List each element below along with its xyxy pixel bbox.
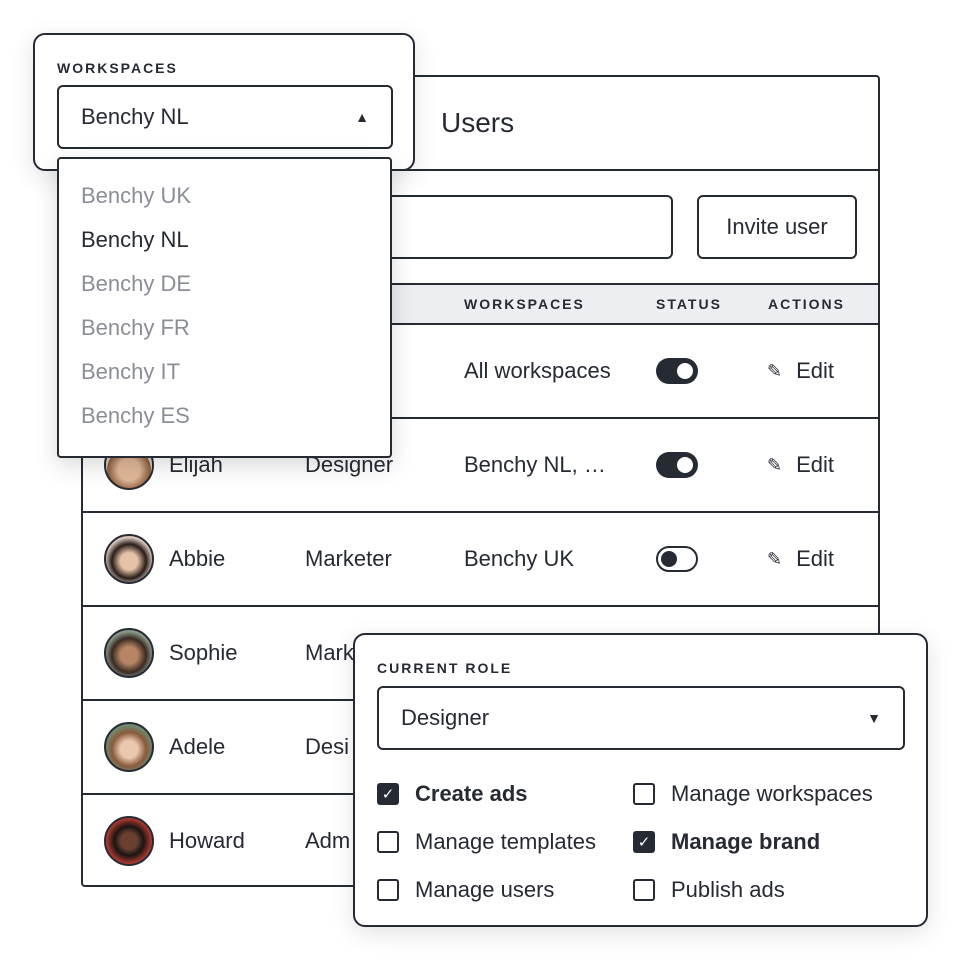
permission-label: Manage workspaces [671,781,873,806]
table-row: Abbie Marketer Benchy UK ✎ Edit [83,513,878,607]
status-toggle[interactable] [656,358,698,384]
workspace-option[interactable]: Benchy DE [81,271,191,297]
pencil-icon: ✎ [767,360,783,381]
permission-label: Manage brand [671,829,821,854]
permission-checkbox[interactable]: Publish ads [633,877,785,903]
role-selected: Designer [401,705,490,730]
column-status: STATUS [656,296,722,312]
user-name: Howard [169,828,245,853]
invite-user-button[interactable]: Invite user [697,195,857,259]
workspace-option[interactable]: Benchy NL [81,227,189,253]
search-input[interactable] [373,195,673,259]
workspace-option[interactable]: Benchy UK [81,183,191,209]
avatar [104,534,154,584]
status-toggle[interactable] [656,546,698,572]
avatar [104,722,154,772]
edit-button[interactable]: ✎ Edit [767,546,834,572]
page-title: Users [441,107,515,138]
caret-down-icon: ▼ [867,710,881,726]
checkbox-icon[interactable] [633,783,655,805]
checkbox-icon[interactable] [633,879,655,901]
edit-label: Edit [796,546,835,571]
checkbox-checked-icon[interactable]: ✓ [377,783,399,805]
user-role: Mark [305,640,354,665]
checkbox-icon[interactable] [377,879,399,901]
user-role: Adm [305,828,351,853]
workspace-popup: WORKSPACES Benchy NL ▲ [33,33,415,171]
permission-checkbox[interactable]: ✓ Create ads [377,781,528,807]
workspace-selected: Benchy NL [81,104,189,129]
workspace-dropdown-list: Benchy UK Benchy NL Benchy DE Benchy FR Benc… [57,157,392,458]
user-role: Desi [305,734,350,759]
role-select[interactable]: Designer ▼ [377,686,905,750]
pencil-icon: ✎ [767,548,783,569]
permission-checkbox[interactable]: Manage workspaces [633,781,873,807]
edit-label: Edit [796,358,835,383]
workspaces-label: WORKSPACES [57,60,178,76]
checkbox-checked-icon[interactable]: ✓ [633,831,655,853]
permission-checkbox[interactable]: Manage users [377,877,554,903]
role-popup: CURRENT ROLE Designer ▼ ✓ Create ads Manag… [353,633,928,927]
user-name: Adele [169,734,226,759]
workspace-option[interactable]: Benchy IT [81,359,180,385]
edit-label: Edit [796,452,835,477]
user-role: Marketer [305,546,392,571]
permission-label: Create ads [415,781,528,806]
permission-label: Manage templates [415,829,596,854]
permission-checkbox[interactable]: ✓ Manage brand [633,829,820,855]
edit-button[interactable]: ✎ Edit [767,452,834,478]
permission-label: Manage users [415,877,555,902]
user-name: Sophie [169,640,238,665]
avatar [104,628,154,678]
checkbox-icon[interactable] [377,831,399,853]
user-name: Abbie [169,546,226,571]
permission-label: Publish ads [671,877,785,902]
pencil-icon: ✎ [767,454,783,475]
column-workspaces: WORKSPACES [464,296,585,312]
edit-button[interactable]: ✎ Edit [767,358,834,384]
column-actions: ACTIONS [768,296,845,312]
permission-checkbox[interactable]: Manage templates [377,829,596,855]
caret-up-icon: ▲ [355,109,369,125]
user-workspaces: Benchy NL, … [464,452,606,477]
current-role-label: CURRENT ROLE [377,660,513,676]
workspace-option[interactable]: Benchy ES [81,403,190,429]
workspace-option[interactable]: Benchy FR [81,315,190,341]
status-toggle[interactable] [656,452,698,478]
user-workspaces: Benchy UK [464,546,575,571]
user-workspaces: All workspaces [464,358,611,383]
avatar [104,816,154,866]
workspace-select[interactable]: Benchy NL ▲ [57,85,393,149]
